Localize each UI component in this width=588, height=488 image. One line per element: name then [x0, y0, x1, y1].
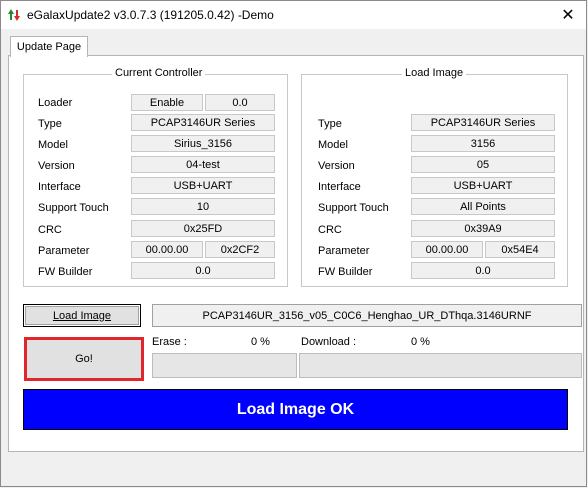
cc-support-touch-value: 10 [131, 198, 275, 215]
cc-model-label: Model [38, 139, 68, 151]
erase-label: Erase : [152, 336, 187, 348]
li-version-value: 05 [411, 156, 555, 173]
go-button[interactable]: Go! [24, 337, 144, 381]
li-interface-label: Interface [318, 181, 361, 193]
cc-parameter-label: Parameter [38, 245, 90, 257]
cc-interface-value: USB+UART [131, 177, 275, 194]
download-percent: 0 % [411, 336, 430, 348]
close-button[interactable]: ✕ [550, 1, 586, 29]
cc-model-value: Sirius_3156 [131, 135, 275, 152]
li-parameter-value2: 0x54E4 [485, 241, 555, 258]
title-bar[interactable]: eGalaxUpdate2 v3.0.7.3 (191205.0.42) -De… [1, 1, 586, 29]
cc-loader-status: Enable [131, 94, 203, 111]
status-banner: Load Image OK [23, 389, 568, 430]
li-version-label: Version [318, 160, 355, 172]
li-type-label: Type [318, 118, 342, 130]
erase-progress-bar [152, 353, 297, 378]
download-progress-bar [299, 353, 582, 378]
download-label: Download : [301, 336, 357, 348]
li-parameter-value1: 00.00.00 [411, 241, 483, 258]
load-image-button-label: Load Image [52, 309, 112, 322]
li-parameter-label: Parameter [318, 245, 370, 257]
cc-version-label: Version [38, 160, 75, 172]
app-icon [8, 9, 20, 21]
go-button-label: Go! [75, 353, 93, 365]
li-interface-value: USB+UART [411, 177, 555, 194]
li-fw-builder-label: FW Builder [318, 266, 373, 278]
close-icon: ✕ [561, 7, 575, 24]
erase-percent: 0 % [251, 336, 270, 348]
cc-version-value: 04-test [131, 156, 275, 173]
current-controller-title: Current Controller [112, 67, 206, 79]
load-image-button[interactable]: Load Image [23, 304, 141, 327]
li-model-value: 3156 [411, 135, 555, 152]
li-crc-value: 0x39A9 [411, 220, 555, 237]
load-image-title: Load Image [402, 67, 467, 79]
window-title: eGalaxUpdate2 v3.0.7.3 (191205.0.42) -De… [27, 8, 274, 22]
tab-update-page[interactable]: Update Page [10, 36, 88, 57]
cc-crc-label: CRC [38, 224, 62, 236]
li-model-label: Model [318, 139, 348, 151]
cc-loader-label: Loader [38, 97, 73, 109]
cc-type-label: Type [38, 118, 62, 130]
cc-parameter-value1: 00.00.00 [131, 241, 203, 258]
cc-support-touch-label: Support Touch [38, 202, 109, 214]
image-path-field: PCAP3146UR_3156_v05_C0C6_Henghao_UR_DThq… [152, 304, 582, 327]
cc-interface-label: Interface [38, 181, 81, 193]
li-fw-builder-value: 0.0 [411, 262, 555, 279]
li-type-value: PCAP3146UR Series [411, 114, 555, 131]
cc-loader-value: 0.0 [205, 94, 275, 111]
cc-crc-value: 0x25FD [131, 220, 275, 237]
main-window: eGalaxUpdate2 v3.0.7.3 (191205.0.42) -De… [0, 0, 587, 487]
li-support-touch-value: All Points [411, 198, 555, 215]
cc-parameter-value2: 0x2CF2 [205, 241, 275, 258]
li-support-touch-label: Support Touch [318, 202, 389, 214]
cc-fw-builder-label: FW Builder [38, 266, 93, 278]
cc-fw-builder-value: 0.0 [131, 262, 275, 279]
cc-type-value: PCAP3146UR Series [131, 114, 275, 131]
li-crc-label: CRC [318, 224, 342, 236]
